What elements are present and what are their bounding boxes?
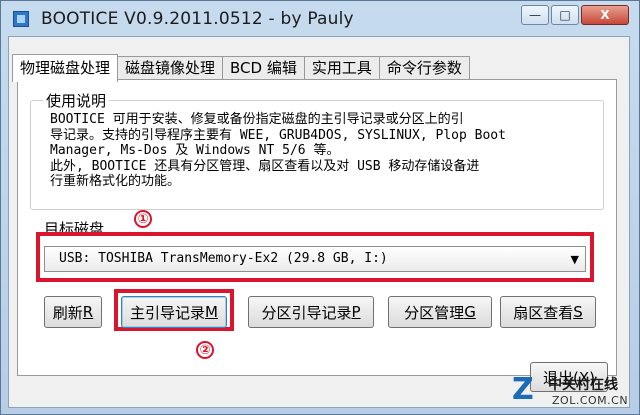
refresh-button-key: R — [82, 303, 94, 321]
zol-watermark: Z 中关村在线 ZOL.COM.CN — [512, 372, 630, 410]
title-bar[interactable]: BOOTICE V0.9.2011.0512 - by Pauly — □ X — [1, 1, 639, 37]
partition-boot-record-button-key: P — [351, 303, 361, 321]
target-disk-select[interactable]: USB: TOSHIBA TransMemory-Ex2 (29.8 GB, I… — [44, 246, 586, 272]
partition-manage-button-label: 分区管理 — [404, 303, 465, 322]
tab-utilities[interactable]: 实用工具 — [303, 56, 380, 80]
sector-view-button-label: 扇区查看 — [513, 303, 574, 322]
main-mbr-button-label: 主引导记录 — [130, 303, 206, 322]
partition-boot-record-button[interactable]: 分区引导记录 P — [248, 296, 374, 328]
sector-view-button-key: S — [573, 303, 583, 321]
window-controls: — □ X — [521, 5, 629, 25]
sector-view-button[interactable]: 扇区查看 S — [500, 296, 596, 328]
tab-command-line[interactable]: 命令行参数 — [378, 56, 470, 80]
tab-bar: 物理磁盘处理 磁盘镜像处理 BCD 编辑 实用工具 命令行参数 — [12, 54, 470, 82]
close-button[interactable]: X — [581, 5, 629, 25]
refresh-button[interactable]: 刷新 R — [44, 296, 102, 328]
main-mbr-button-key: M — [205, 303, 218, 321]
tab-disk-image[interactable]: 磁盘镜像处理 — [117, 56, 224, 80]
refresh-button-label: 刷新 — [52, 303, 83, 322]
partition-manage-button[interactable]: 分区管理 G — [388, 296, 492, 328]
zol-logo-icon: Z — [512, 372, 534, 407]
annotation-marker-1: ① — [134, 210, 152, 228]
partition-boot-record-button-label: 分区引导记录 — [261, 303, 352, 322]
partition-manage-button-key: G — [464, 303, 476, 321]
window-title: BOOTICE V0.9.2011.0512 - by Pauly — [41, 9, 354, 29]
app-icon — [13, 11, 29, 27]
usage-text: BOOTICE 可用于安装、修复或备份指定磁盘的主引导记录或分区上的引 导记录。… — [50, 112, 506, 189]
main-mbr-button[interactable]: 主引导记录 M — [121, 296, 227, 328]
chevron-down-icon[interactable]: ▼ — [571, 253, 579, 266]
maximize-button[interactable]: □ — [551, 5, 579, 25]
watermark-line-2: ZOL.COM.CN — [552, 394, 629, 407]
minimize-button[interactable]: — — [521, 5, 549, 25]
tab-bcd-edit[interactable]: BCD 编辑 — [222, 56, 305, 80]
target-disk-value: USB: TOSHIBA TransMemory-Ex2 (29.8 GB, I… — [59, 251, 388, 266]
usage-legend: 使用说明 — [43, 90, 110, 111]
watermark-line-1: 中关村在线 — [548, 377, 618, 393]
annotation-marker-2: ② — [196, 341, 214, 359]
tab-physical-disk[interactable]: 物理磁盘处理 — [12, 54, 119, 82]
